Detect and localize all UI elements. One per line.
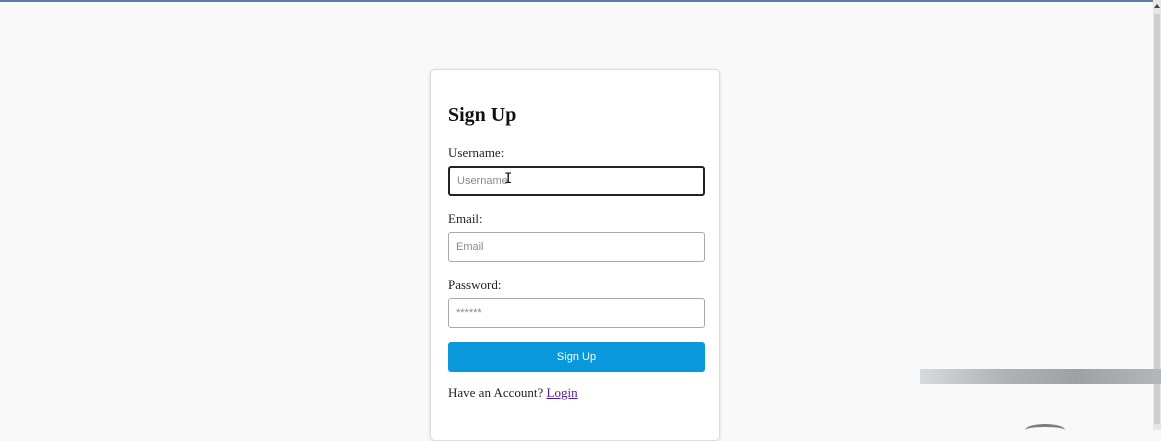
- username-input[interactable]: [448, 166, 705, 196]
- login-prompt: Have an Account? Login: [448, 385, 578, 401]
- signup-card: Sign Up Username: Email: Password: Sign …: [430, 69, 720, 441]
- page-title: Sign Up: [448, 104, 517, 126]
- window-top-border: [0, 0, 1161, 2]
- have-account-text: Have an Account?: [448, 385, 544, 400]
- background-image-strip: [920, 369, 1161, 384]
- email-input[interactable]: [448, 232, 705, 262]
- scroll-up-arrow-icon[interactable]: [1154, 4, 1160, 8]
- scrollbar-thumb[interactable]: [1154, 14, 1160, 424]
- background-shape: [1025, 424, 1065, 436]
- login-link[interactable]: Login: [547, 385, 578, 400]
- vertical-scrollbar[interactable]: [1153, 0, 1161, 430]
- email-label: Email:: [448, 211, 483, 226]
- username-label: Username:: [448, 145, 505, 160]
- password-input[interactable]: [448, 298, 705, 328]
- sign-up-button[interactable]: Sign Up: [448, 342, 705, 372]
- password-label: Password:: [448, 277, 502, 292]
